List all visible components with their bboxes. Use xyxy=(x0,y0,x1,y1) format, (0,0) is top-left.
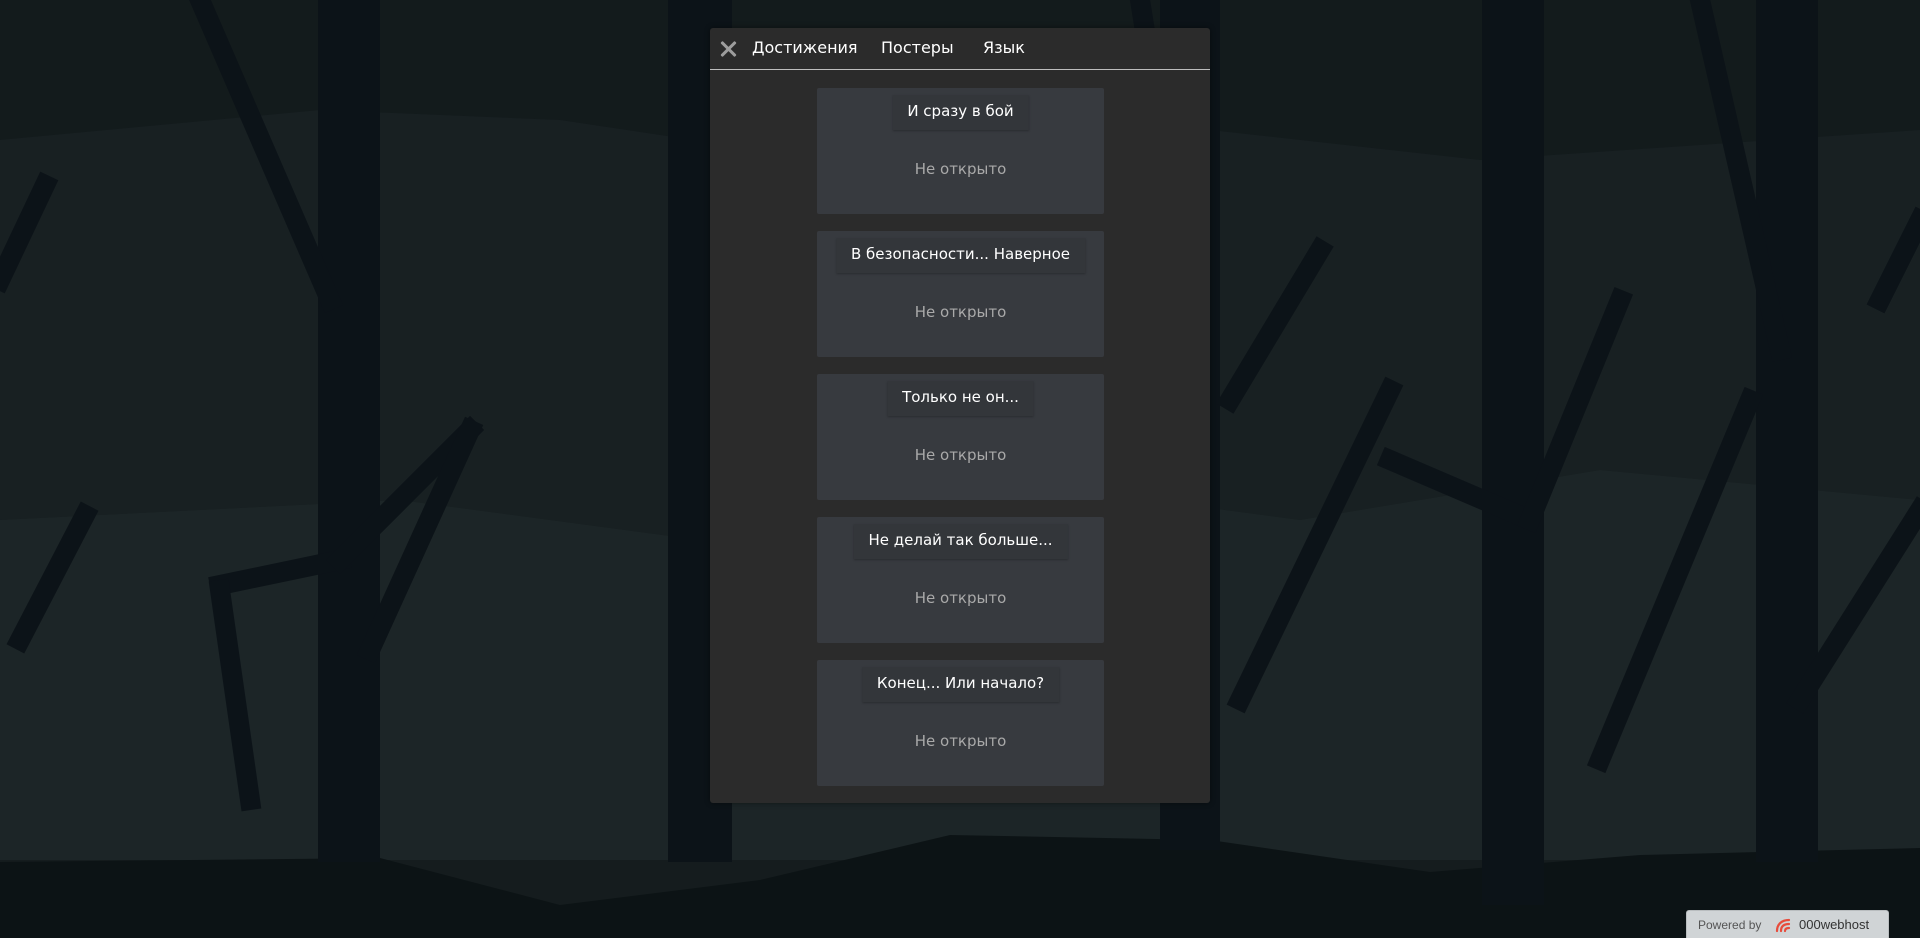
achievement-status: Не открыто xyxy=(914,303,1007,321)
achievement-title: В безопасности... Наверное xyxy=(835,238,1086,273)
tab-achievements[interactable]: Достижения xyxy=(752,38,858,57)
close-icon[interactable] xyxy=(713,34,742,63)
modal-header: Достижения Постеры Язык xyxy=(710,28,1210,70)
achievement-title: Только не он... xyxy=(887,381,1034,416)
achievement-status: Не открыто xyxy=(914,160,1007,178)
achievements-modal: Достижения Постеры Язык И сразу в бой Не… xyxy=(710,28,1210,803)
achievement-status: Не открыто xyxy=(914,446,1007,464)
achievement-title: И сразу в бой xyxy=(892,95,1029,130)
achievement-title: Конец... Или начало? xyxy=(861,667,1060,702)
achievement-card: Только не он... Не открыто xyxy=(817,374,1104,500)
tab-language[interactable]: Язык xyxy=(983,38,1025,57)
powered-by-badge[interactable]: Powered by 000webhost xyxy=(1686,910,1889,938)
achievement-card: Конец... Или начало? Не открыто xyxy=(817,660,1104,786)
tab-posters[interactable]: Постеры xyxy=(881,38,954,57)
webhost-name: 000webhost xyxy=(1799,917,1870,932)
achievement-title: Не делай так больше... xyxy=(853,524,1068,559)
achievement-card: Не делай так больше... Не открыто xyxy=(817,517,1104,643)
achievement-status: Не открыто xyxy=(914,732,1007,750)
achievement-card: И сразу в бой Не открыто xyxy=(817,88,1104,214)
powered-by-label: Powered by xyxy=(1698,918,1762,932)
webhost-logo-icon xyxy=(1775,918,1791,933)
achievement-card: В безопасности... Наверное Не открыто xyxy=(817,231,1104,357)
achievement-status: Не открыто xyxy=(914,589,1007,607)
achievement-list: И сразу в бой Не открыто В безопасности.… xyxy=(817,88,1104,803)
